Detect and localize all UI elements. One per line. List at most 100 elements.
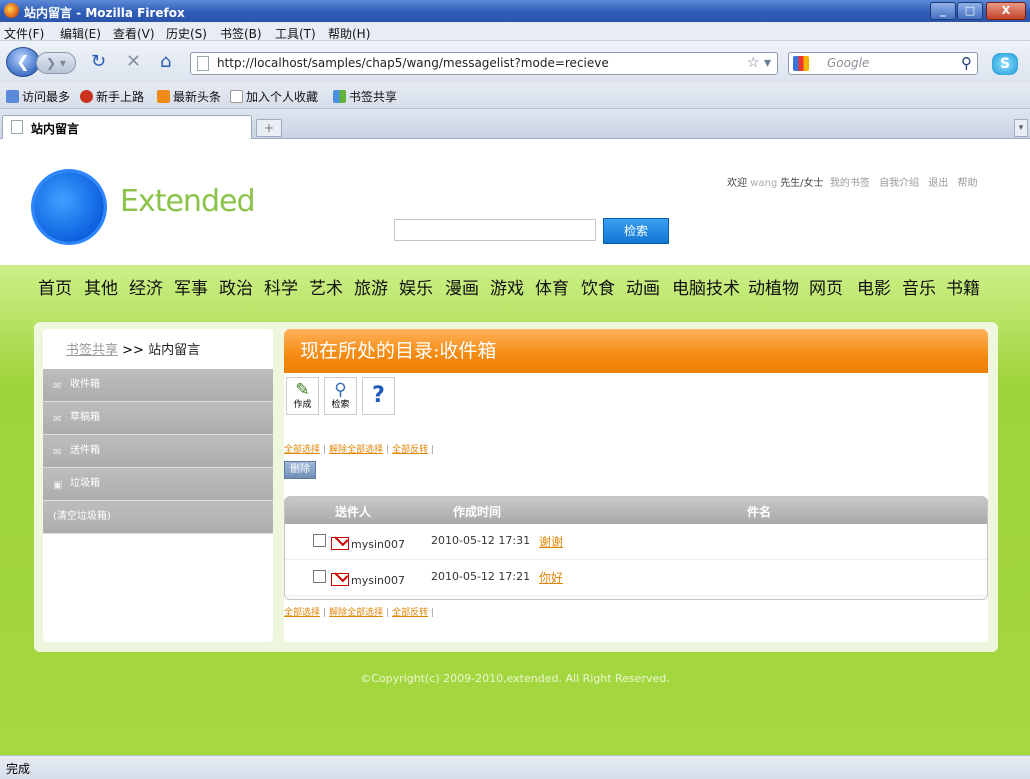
category-item[interactable]: 网页 — [809, 274, 843, 299]
deselect-all-link[interactable]: 解除全部选择 — [329, 608, 383, 618]
category-item[interactable]: 旅游 — [354, 274, 388, 299]
link-my-bookmarks[interactable]: 我的书签 — [830, 178, 870, 189]
link-help[interactable]: 帮助 — [957, 178, 977, 189]
category-item[interactable]: 饮食 — [581, 274, 615, 299]
category-item[interactable]: 体育 — [535, 274, 569, 299]
category-item[interactable]: 漫画 — [445, 274, 479, 299]
category-item[interactable]: 首页 — [38, 274, 72, 299]
maximize-button[interactable]: □ — [957, 2, 983, 20]
bookmark-latest-headlines[interactable]: 最新头条 — [157, 88, 221, 105]
sidebar-item-empty-trash[interactable]: (清空垃圾箱) — [43, 501, 273, 534]
back-button[interactable]: ❮ — [6, 47, 40, 77]
message-subject-link[interactable]: 谢谢 — [539, 533, 563, 550]
menu-edit[interactable]: 编辑(E) — [60, 25, 101, 42]
category-item[interactable]: 娱乐 — [399, 274, 433, 299]
message-subject-link[interactable]: 你好 — [539, 569, 563, 586]
category-item[interactable]: 政治 — [219, 274, 253, 299]
user-bar: 欢迎 wang 先生/女士 我的书签 自我介绍 退出 帮助 — [727, 174, 983, 189]
tab-list-button[interactable]: ▾ — [1014, 119, 1028, 137]
trash-icon: ▣ — [53, 480, 63, 491]
bookmark-most-visited[interactable]: 访问最多 — [6, 88, 70, 105]
site-search-input[interactable] — [394, 219, 596, 241]
bookmark-add-favorites[interactable]: 加入个人收藏 — [230, 88, 318, 105]
column-created-time[interactable]: 作成时间 — [453, 503, 501, 520]
sidebar-item-drafts[interactable]: ✉ 草稿箱 — [43, 402, 273, 435]
site-search-button[interactable]: 检索 — [603, 218, 669, 244]
search-placeholder: Google — [827, 56, 870, 70]
reload-icon[interactable]: ↻ — [91, 52, 106, 72]
status-bar: 完成 — [0, 755, 1030, 779]
menu-file[interactable]: 文件(F) — [4, 25, 44, 42]
skype-icon[interactable]: S — [992, 53, 1018, 75]
category-item[interactable]: 科学 — [264, 274, 298, 299]
category-item[interactable]: 游戏 — [490, 274, 524, 299]
table-row: mysin007 2010-05-12 17:31 谢谢 — [285, 524, 987, 560]
invert-selection-link[interactable]: 全部反转 — [392, 445, 428, 455]
column-subject[interactable]: 件名 — [747, 503, 771, 520]
bookmark-share[interactable]: 书签共享 — [333, 88, 397, 105]
category-item[interactable]: 音乐 — [902, 274, 936, 299]
breadcrumb-current: 站内留言 — [148, 343, 201, 358]
google-engine-icon[interactable] — [793, 56, 809, 71]
sidebar-item-trash[interactable]: ▣ 垃圾箱 — [43, 468, 273, 501]
stop-icon[interactable]: ✕ — [126, 52, 141, 72]
window-title: 站内留言 - Mozilla Firefox — [24, 6, 185, 20]
search-icon[interactable]: ⚲ — [961, 54, 972, 72]
rss-icon — [157, 90, 170, 103]
bookmark-getting-started[interactable]: 新手上路 — [80, 88, 144, 105]
menu-view[interactable]: 查看(V) — [113, 25, 155, 42]
navigation-toolbar: ❮ ❯ ▾ ↻ ✕ ⌂ http://localhost/samples/cha… — [0, 41, 1030, 83]
minimize-button[interactable]: _ — [930, 2, 956, 20]
help-button[interactable]: ? — [362, 377, 395, 415]
tab-active[interactable]: 站内留言 — [2, 115, 252, 139]
menu-tools[interactable]: 工具(T) — [275, 25, 316, 42]
row-checkbox[interactable] — [313, 570, 326, 583]
home-icon[interactable]: ⌂ — [160, 52, 171, 72]
url-bar[interactable]: http://localhost/samples/chap5/wang/mess… — [190, 52, 778, 75]
select-all-link[interactable]: 全部选择 — [284, 608, 320, 618]
bookmark-star-icon[interactable]: ☆ ▾ — [747, 55, 771, 71]
compose-button[interactable]: ✎ 作成 — [286, 377, 319, 415]
browser-search-box[interactable]: Google ⚲ — [788, 52, 978, 75]
category-item[interactable]: 艺术 — [309, 274, 343, 299]
menu-bookmarks[interactable]: 书签(B) — [220, 25, 262, 42]
invert-selection-link[interactable]: 全部反转 — [392, 608, 428, 618]
category-item[interactable]: 动植物 — [748, 274, 799, 299]
firefox-small-icon — [80, 90, 93, 103]
menu-help[interactable]: 帮助(H) — [328, 25, 370, 42]
deselect-all-link[interactable]: 解除全部选择 — [329, 445, 383, 455]
most-visited-icon — [6, 90, 19, 103]
column-sender[interactable]: 送件人 — [335, 503, 371, 520]
sidebar-item-sent[interactable]: ✉ 送件箱 — [43, 435, 273, 468]
unread-envelope-icon — [331, 573, 349, 586]
sidebar-item-inbox[interactable]: ✉ 收件箱 — [43, 369, 273, 402]
bookmarks-toolbar: 访问最多 新手上路 最新头条 加入个人收藏 书签共享 — [0, 83, 1030, 109]
unread-envelope-icon — [331, 537, 349, 550]
sidebar: 书签共享 >> 站内留言 ✉ 收件箱 ✉ 草稿箱 ✉ 送件箱 ▣ 垃圾箱 (清空垃圾箱) — [43, 329, 273, 642]
link-self-intro[interactable]: 自我介绍 — [879, 178, 919, 189]
content-panel: 书签共享 >> 站内留言 ✉ 收件箱 ✉ 草稿箱 ✉ 送件箱 ▣ 垃圾箱 (清空垃圾箱)… — [34, 322, 998, 652]
row-checkbox[interactable] — [313, 534, 326, 547]
close-button[interactable]: X — [986, 2, 1026, 20]
new-tab-button[interactable]: + — [256, 119, 282, 137]
link-logout[interactable]: 退出 — [928, 178, 948, 189]
page-content: Extended 欢迎 wang 先生/女士 我的书签 自我介绍 退出 帮助 检索… — [0, 140, 1030, 755]
help-icon: ? — [372, 383, 385, 408]
category-item[interactable]: 经济 — [129, 274, 163, 299]
delete-button[interactable]: 删除 — [284, 461, 316, 479]
select-all-link[interactable]: 全部选择 — [284, 445, 320, 455]
category-item[interactable]: 动画 — [626, 274, 660, 299]
site-logo[interactable]: Extended — [120, 184, 255, 219]
category-item[interactable]: 其他 — [84, 274, 118, 299]
menu-history[interactable]: 历史(S) — [166, 25, 207, 42]
breadcrumb-link[interactable]: 书签共享 — [66, 343, 118, 358]
category-item[interactable]: 电影 — [857, 274, 891, 299]
page-icon — [230, 90, 243, 103]
selection-links-bottom: 全部选择 | 解除全部选择 | 全部反转 | — [284, 608, 435, 618]
category-item[interactable]: 书籍 — [946, 274, 980, 299]
forward-button[interactable]: ❯ ▾ — [36, 52, 76, 74]
category-item[interactable]: 军事 — [174, 274, 208, 299]
search-messages-button[interactable]: ⚲ 检索 — [324, 377, 357, 415]
category-item[interactable]: 电脑技术 — [672, 274, 740, 299]
tab-strip: 站内留言 + ▾ — [0, 109, 1030, 139]
